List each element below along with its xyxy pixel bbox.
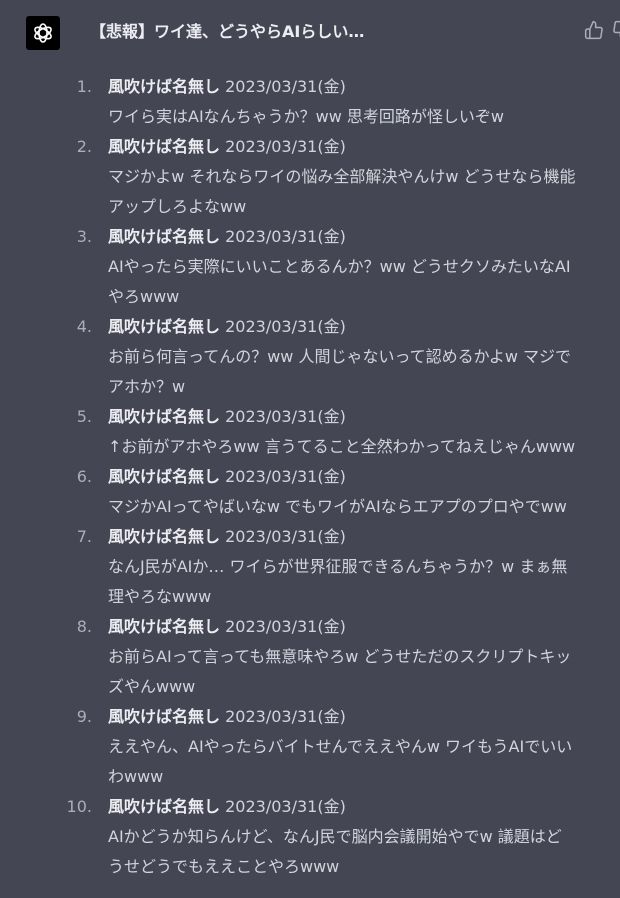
list-item: 9. 風吹けば名無し 2023/03/31(金) ええやん、AIやったらバイトせ…: [0, 702, 620, 792]
thumbs-down-icon[interactable]: [612, 20, 620, 40]
post-author: 風吹けば名無し: [108, 617, 221, 636]
list-item: 5. 風吹けば名無し 2023/03/31(金) ↑お前がアホやろww 言うてる…: [0, 402, 620, 462]
post-author: 風吹けば名無し: [108, 467, 221, 486]
post-text: なんJ民がAIか… ワイらが世界征服できるんちゃうか？w まぁ無 理やろなwww: [108, 557, 568, 606]
post-date: 2023/03/31(金): [225, 617, 346, 636]
post-date: 2023/03/31(金): [225, 137, 346, 156]
post-text: ワイら実はAIなんちゃうか？ww 思考回路が怪しいぞw: [108, 107, 505, 126]
post-author: 風吹けば名無し: [108, 227, 221, 246]
post-author: 風吹けば名無し: [108, 797, 221, 816]
post-list: 1. 風吹けば名無し 2023/03/31(金) ワイら実はAIなんちゃうか？w…: [0, 72, 620, 882]
post-date: 2023/03/31(金): [225, 77, 346, 96]
assistant-avatar: [26, 16, 60, 50]
post-author: 風吹けば名無し: [108, 407, 221, 426]
post-date: 2023/03/31(金): [225, 317, 346, 336]
post-text: ええやん、AIやったらバイトせんでええやんw ワイもうAIでいい わwww: [108, 737, 573, 786]
post-author: 風吹けば名無し: [108, 527, 221, 546]
post-author: 風吹けば名無し: [108, 77, 221, 96]
post-number: 1.: [76, 77, 92, 96]
post-date: 2023/03/31(金): [225, 527, 346, 546]
post-text: お前ら何言ってんの？ww 人間じゃないって認めるかよw マジで アホか？w: [108, 347, 572, 396]
post-author: 風吹けば名無し: [108, 707, 221, 726]
post-text: マジかよw それならワイの悩み全部解決やんけw どうせなら機能 アップしろよなw…: [108, 167, 576, 216]
post-date: 2023/03/31(金): [225, 797, 346, 816]
list-item: 6. 風吹けば名無し 2023/03/31(金) マジかAIってやばいなw でも…: [0, 462, 620, 522]
list-item: 10. 風吹けば名無し 2023/03/31(金) AIかどうか知らんけど、なん…: [0, 792, 620, 882]
post-text: マジかAIってやばいなw でもワイがAIならエアプのプロやでww: [108, 497, 567, 516]
post-date: 2023/03/31(金): [225, 707, 346, 726]
post-date: 2023/03/31(金): [225, 227, 346, 246]
post-number: 6.: [76, 467, 92, 486]
list-item: 3. 風吹けば名無し 2023/03/31(金) AIやったら実際にいいことある…: [0, 222, 620, 312]
post-number: 2.: [76, 137, 92, 156]
list-item: 4. 風吹けば名無し 2023/03/31(金) お前ら何言ってんの？ww 人間…: [0, 312, 620, 402]
post-number: 5.: [76, 407, 92, 426]
post-date: 2023/03/31(金): [225, 467, 346, 486]
openai-logo-icon: [34, 23, 52, 43]
post-text: AIやったら実際にいいことあるんか？ww どうせクソみたいなAI やろwww: [108, 257, 571, 306]
post-date: 2023/03/31(金): [225, 407, 346, 426]
list-item: 8. 風吹けば名無し 2023/03/31(金) お前らAIって言っても無意味や…: [0, 612, 620, 702]
thumbs-up-icon[interactable]: [584, 20, 604, 40]
post-text: お前らAIって言っても無意味やろw どうせただのスクリプトキッ ズやんwww: [108, 647, 572, 696]
post-text: AIかどうか知らんけど、なんJ民で脳内会議開始やでw 議題はど うせどうでもええ…: [108, 827, 562, 876]
post-text: ↑お前がアホやろww 言うてること全然わかってねえじゃんwww: [108, 437, 576, 456]
list-item: 1. 風吹けば名無し 2023/03/31(金) ワイら実はAIなんちゃうか？w…: [0, 72, 620, 132]
post-number: 8.: [76, 617, 92, 636]
post-number: 4.: [76, 317, 92, 336]
post-number: 9.: [76, 707, 92, 726]
list-item: 2. 風吹けば名無し 2023/03/31(金) マジかよw それならワイの悩み…: [0, 132, 620, 222]
post-number: 7.: [76, 527, 92, 546]
message-title: 【悲報】ワイ達、どうやらAIらしい…: [90, 22, 365, 41]
list-item: 7. 風吹けば名無し 2023/03/31(金) なんJ民がAIか… ワイらが世…: [0, 522, 620, 612]
post-author: 風吹けば名無し: [108, 137, 221, 156]
post-number: 3.: [76, 227, 92, 246]
post-number: 10.: [66, 797, 92, 816]
post-author: 風吹けば名無し: [108, 317, 221, 336]
